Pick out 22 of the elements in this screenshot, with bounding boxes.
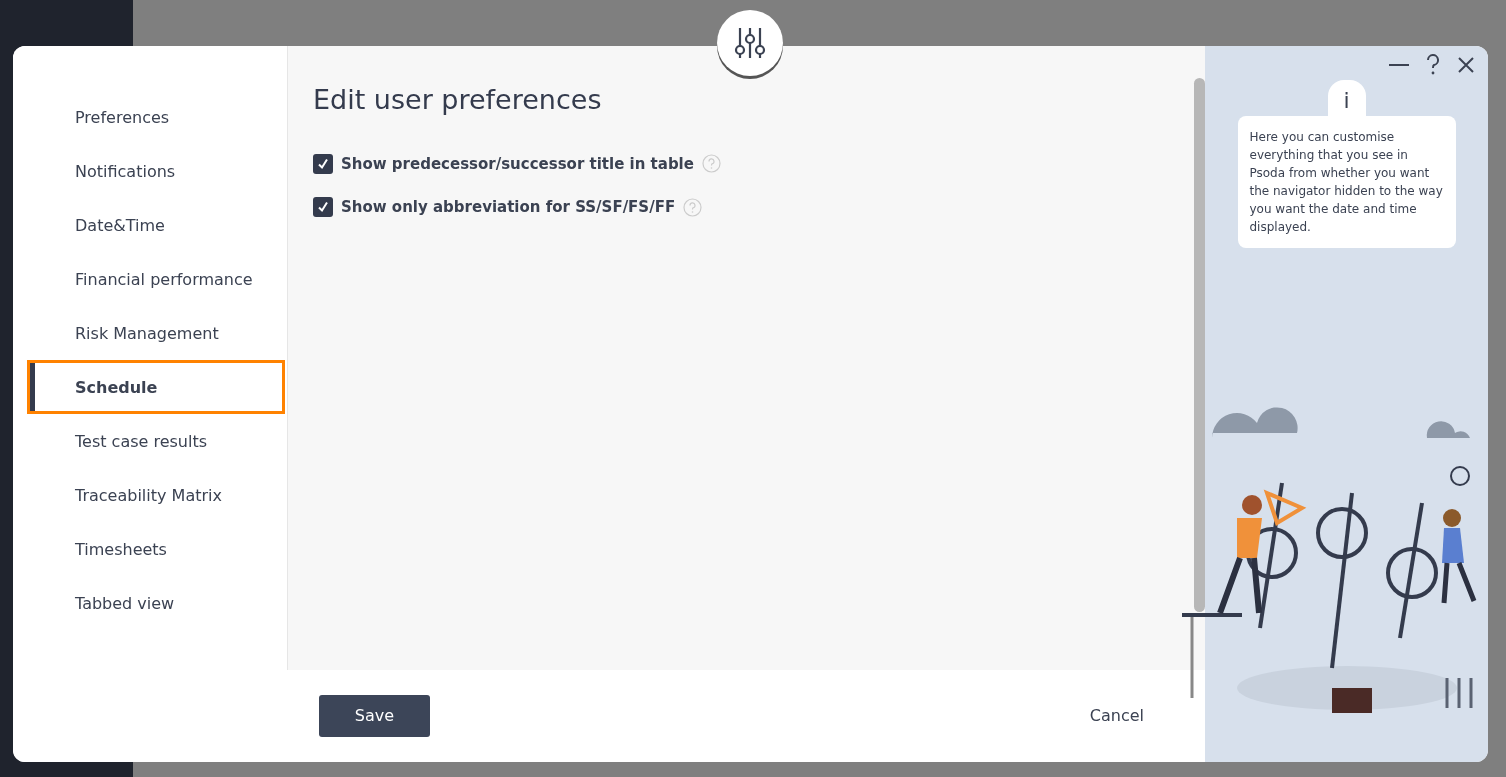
menu-item[interactable]: Tabbed view [27, 576, 285, 630]
option-label: Show predecessor/successor title in table [341, 153, 694, 175]
menu-item[interactable]: Date&Time [27, 198, 285, 252]
checkmark-icon [317, 157, 329, 170]
menu-item[interactable]: Preferences [27, 90, 285, 144]
help-icon[interactable] [1426, 54, 1440, 76]
checkmark-icon [317, 201, 329, 214]
checkbox[interactable] [313, 153, 333, 174]
menu-item[interactable]: Notifications [27, 144, 285, 198]
menu-item[interactable]: Risk Management [27, 306, 285, 360]
menu-item[interactable]: Financial performance [27, 252, 285, 306]
menu-item[interactable]: Schedule [27, 360, 285, 414]
option-label: Show only abbreviation for SS/SF/FS/FF [341, 197, 676, 218]
cancel-button[interactable]: Cancel [1083, 703, 1150, 729]
save-button[interactable]: Save [319, 695, 430, 737]
menu-item[interactable]: Traceability Matrix [27, 468, 285, 522]
checkbox[interactable] [313, 197, 333, 218]
help-text: Here you can customise everything that you see in Psoda from whether you want the navigator hidden to the way you want the date and time displayed. [1249, 129, 1444, 236]
scrollbar[interactable] [1194, 78, 1205, 612]
menu-item[interactable]: Test case results [27, 414, 285, 468]
menu-item[interactable]: Timesheets [27, 522, 285, 576]
dialog-title: Edit user preferences [313, 83, 603, 117]
